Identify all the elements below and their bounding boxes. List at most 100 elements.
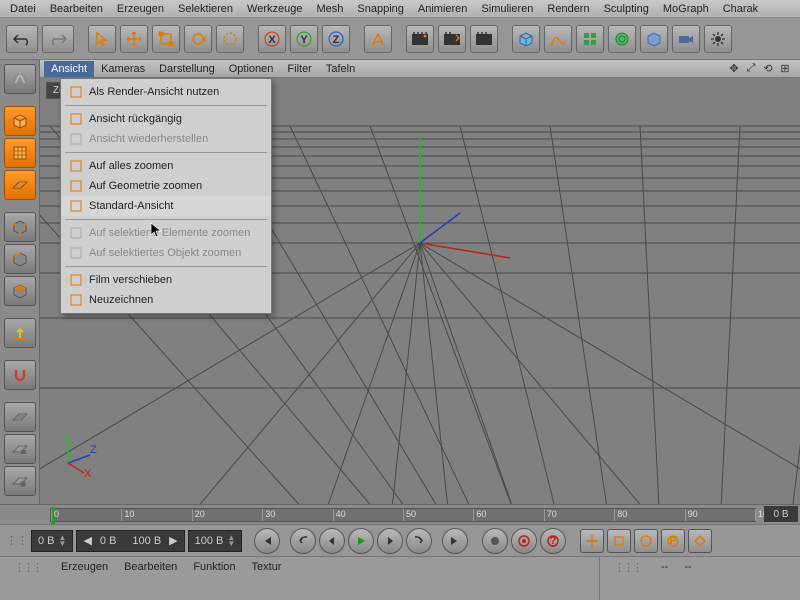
- key-rotation-button[interactable]: [634, 529, 658, 553]
- texture-mode-button[interactable]: [4, 138, 36, 168]
- locked-workplane-button[interactable]: [4, 434, 36, 464]
- make-editable-button[interactable]: [4, 64, 36, 94]
- axis-tool-button[interactable]: [4, 318, 36, 348]
- mat-menu-erzeugen[interactable]: Erzeugen: [55, 559, 114, 575]
- menu-mesh[interactable]: Mesh: [310, 1, 349, 17]
- dropdown-item[interactable]: Film verschieben: [61, 270, 271, 290]
- dropdown-item[interactable]: Ansicht rückgängig: [61, 109, 271, 129]
- menu-erzeugen[interactable]: Erzeugen: [111, 1, 170, 17]
- undo-button[interactable]: [6, 25, 38, 53]
- view-menu-filter[interactable]: Filter: [280, 61, 318, 77]
- camera-button[interactable]: [672, 25, 700, 53]
- prev-key-button[interactable]: [290, 528, 316, 554]
- last-tool-button[interactable]: [216, 25, 244, 53]
- mat-menu-bearbeiten[interactable]: Bearbeiten: [118, 559, 183, 575]
- generator-button[interactable]: [576, 25, 604, 53]
- svg-text:P: P: [670, 535, 677, 547]
- dropdown-item[interactable]: Als Render-Ansicht nutzen: [61, 82, 271, 102]
- autokey-button[interactable]: [511, 528, 537, 554]
- view-menu-kameras[interactable]: Kameras: [94, 61, 152, 77]
- select-tool-button[interactable]: [88, 25, 116, 53]
- zoom-icon: [69, 179, 83, 193]
- end-frame-field[interactable]: 100 B▲▼: [188, 530, 243, 552]
- coord-system-button[interactable]: [364, 25, 392, 53]
- next-key-button[interactable]: [406, 528, 432, 554]
- key-param-button[interactable]: P: [661, 529, 685, 553]
- timeline[interactable]: 0102030405060708090100 0 B: [0, 504, 800, 524]
- timeline-tick: 70: [544, 509, 557, 521]
- workplane-snap-button[interactable]: [4, 402, 36, 432]
- redo-button[interactable]: [42, 25, 74, 53]
- edge-mode-button[interactable]: [4, 244, 36, 274]
- dropdown-item: Auf selektiertes Objekt zoomen: [61, 243, 271, 263]
- record-button[interactable]: [482, 528, 508, 554]
- material-manager-menubar: ⋮⋮⋮ Erzeugen Bearbeiten Funktion Textur: [0, 557, 599, 577]
- menu-rendern[interactable]: Rendern: [541, 1, 595, 17]
- svg-text:Z: Z: [90, 444, 97, 456]
- point-mode-button[interactable]: [4, 212, 36, 242]
- timeline-track[interactable]: 0102030405060708090100: [50, 508, 756, 522]
- goto-end-button[interactable]: [442, 528, 468, 554]
- key-scale-button[interactable]: [607, 529, 631, 553]
- render-settings-button[interactable]: [470, 25, 498, 53]
- planar-workplane-button[interactable]: [4, 466, 36, 496]
- menu-animieren[interactable]: Animieren: [412, 1, 474, 17]
- mat-menu-funktion[interactable]: Funktion: [187, 559, 241, 575]
- model-mode-button[interactable]: [4, 106, 36, 136]
- menu-mograph[interactable]: MoGraph: [657, 1, 715, 17]
- snap-toggle-button[interactable]: [4, 360, 36, 390]
- key-pla-button[interactable]: [688, 529, 712, 553]
- render-view-button[interactable]: [406, 25, 434, 53]
- viewport-zoom-icon[interactable]: ⤢: [744, 62, 758, 76]
- dropdown-item[interactable]: Neuzeichnen: [61, 290, 271, 310]
- primitive-cube-button[interactable]: [512, 25, 540, 53]
- view-menu-ansicht[interactable]: Ansicht: [44, 61, 94, 77]
- refresh-icon: [69, 293, 83, 307]
- view-menu-tafeln[interactable]: Tafeln: [319, 61, 362, 77]
- coord-label-2: --: [678, 559, 697, 575]
- z-axis-button[interactable]: Z: [322, 25, 350, 53]
- next-frame-button[interactable]: [377, 528, 403, 554]
- dropdown-item[interactable]: Auf alles zoomen: [61, 156, 271, 176]
- goto-start-button[interactable]: [254, 528, 280, 554]
- dropdown-item[interactable]: Auf Geometrie zoomen: [61, 176, 271, 196]
- menu-sculpting[interactable]: Sculpting: [598, 1, 655, 17]
- key-position-button[interactable]: [580, 529, 604, 553]
- prev-frame-button[interactable]: [319, 528, 345, 554]
- dropdown-item[interactable]: Standard-Ansicht: [61, 196, 271, 216]
- x-axis-button[interactable]: X: [258, 25, 286, 53]
- viewport-rotate-icon[interactable]: ⟲: [761, 62, 775, 76]
- deformer-button[interactable]: [608, 25, 636, 53]
- zoom-icon: [69, 226, 83, 240]
- spline-pen-button[interactable]: [544, 25, 572, 53]
- mat-menu-textur[interactable]: Textur: [246, 559, 288, 575]
- dropdown-item-label: Neuzeichnen: [89, 294, 153, 306]
- key-options-button[interactable]: ?: [540, 528, 566, 554]
- workplane-mode-button[interactable]: [4, 170, 36, 200]
- menu-selektieren[interactable]: Selektieren: [172, 1, 239, 17]
- y-axis-button[interactable]: Y: [290, 25, 318, 53]
- menu-simulieren[interactable]: Simulieren: [475, 1, 539, 17]
- render-picture-button[interactable]: [438, 25, 466, 53]
- move-tool-button[interactable]: [120, 25, 148, 53]
- rotate-tool-button[interactable]: [184, 25, 212, 53]
- menu-werkzeuge[interactable]: Werkzeuge: [241, 1, 308, 17]
- scale-tool-button[interactable]: [152, 25, 180, 53]
- environment-button[interactable]: [640, 25, 668, 53]
- menu-snapping[interactable]: Snapping: [351, 1, 410, 17]
- play-button[interactable]: [348, 528, 374, 554]
- dropdown-item: Ansicht wiederherstellen: [61, 129, 271, 149]
- light-button[interactable]: [704, 25, 732, 53]
- menu-charakter[interactable]: Charak: [717, 1, 764, 17]
- view-menu-optionen[interactable]: Optionen: [222, 61, 281, 77]
- menu-bearbeiten[interactable]: Bearbeiten: [44, 1, 109, 17]
- range-field[interactable]: ◀0 B100 B▶: [76, 530, 184, 552]
- viewport-maximize-icon[interactable]: ⊞: [778, 62, 792, 76]
- viewport-pan-icon[interactable]: ✥: [727, 62, 741, 76]
- dropdown-item-label: Auf selektiertes Objekt zoomen: [89, 247, 241, 259]
- ansicht-dropdown: Als Render-Ansicht nutzen Ansicht rückgän…: [60, 78, 272, 314]
- view-menu-darstellung[interactable]: Darstellung: [152, 61, 222, 77]
- polygon-mode-button[interactable]: [4, 276, 36, 306]
- start-frame-field[interactable]: 0 B▲▼: [31, 530, 73, 552]
- menu-datei[interactable]: Datei: [4, 1, 42, 17]
